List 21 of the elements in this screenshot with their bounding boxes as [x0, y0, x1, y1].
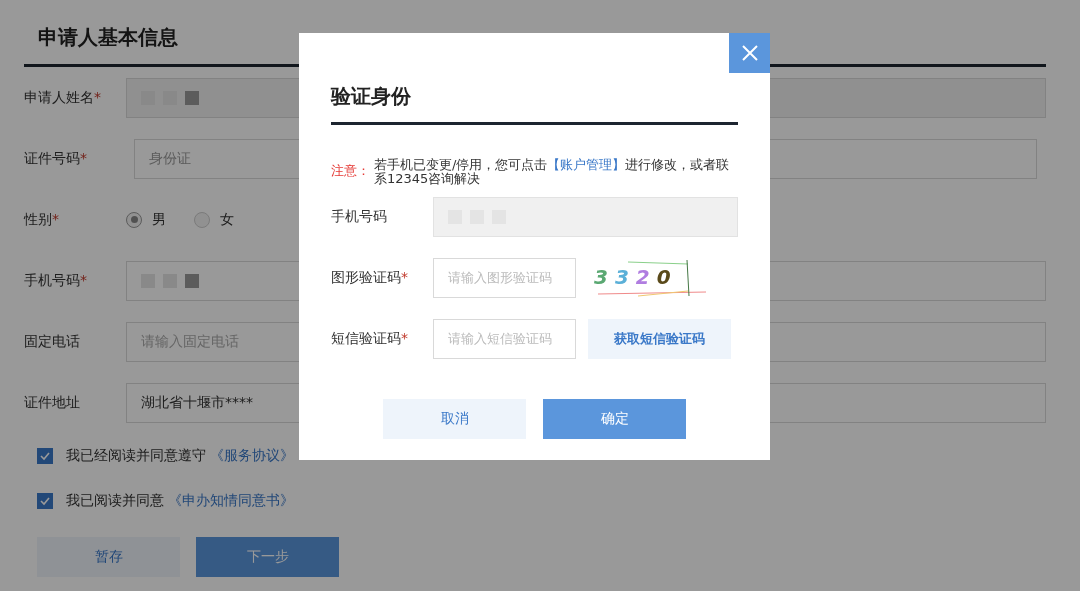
required-mark: * [80, 149, 87, 166]
field-label: 性别 [24, 210, 52, 227]
field-label: 手机号码 [331, 207, 387, 224]
required-mark: * [401, 329, 408, 346]
agreement-text: 我已经阅读并同意遵守 《服务协议》 [66, 446, 295, 465]
dialog-title: 验证身份 [331, 83, 412, 109]
notice-text: 若手机已变更/停用，您可点击【账户管理】进行修改，或者联系12345咨询解决 [374, 158, 731, 186]
field-label: 证件地址 [24, 393, 80, 410]
required-mark: * [94, 88, 101, 105]
required-mark: * [52, 210, 59, 227]
field-label: 申请人姓名 [24, 88, 94, 105]
agreement-text: 我已阅读并同意 《申办知情同意书》 [66, 491, 295, 510]
required-mark: * [80, 271, 87, 288]
field-label: 图形验证码 [331, 268, 401, 285]
field-label: 短信验证码 [331, 329, 401, 346]
required-mark: * [401, 268, 408, 285]
field-label: 证件号码 [24, 149, 80, 166]
notice-label: 注意： [331, 164, 370, 180]
field-label: 手机号码 [24, 271, 80, 288]
section-title: 申请人基本信息 [37, 24, 179, 51]
field-label: 固定电话 [24, 332, 80, 349]
